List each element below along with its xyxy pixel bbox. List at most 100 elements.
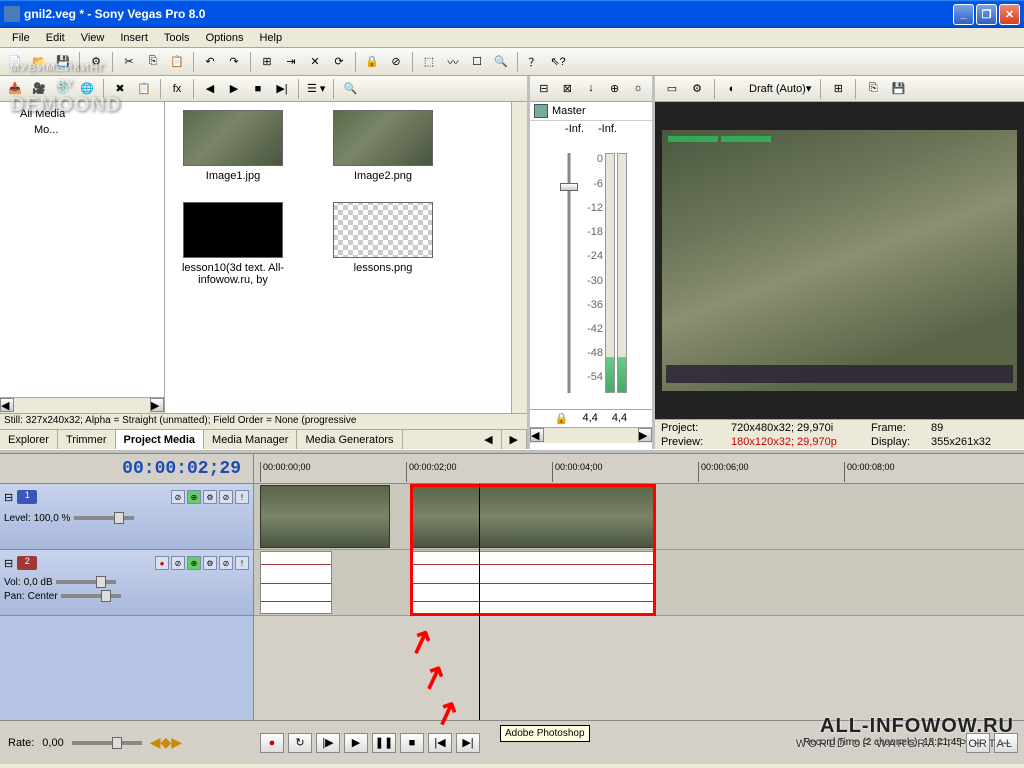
snap-button[interactable]: ⊞ xyxy=(256,51,278,73)
close-button[interactable]: ✕ xyxy=(999,4,1020,25)
media-item[interactable]: lesson10(3d text. All-infowow.ru, by xyxy=(173,202,293,286)
search-button[interactable]: 🔍 xyxy=(339,78,361,100)
timeline-ruler[interactable]: 00:00:00;00 00:00:02;00 00:00:04;00 00:0… xyxy=(254,454,1024,483)
save-frame-button[interactable]: 💾 xyxy=(887,78,909,100)
menu-options[interactable]: Options xyxy=(198,30,252,46)
mixer-btn2[interactable]: ⊠ xyxy=(558,77,578,99)
go-start-button[interactable]: |◀ xyxy=(428,733,452,753)
open-button[interactable]: 📂 xyxy=(28,51,50,73)
mixer-btn4[interactable]: ⊕ xyxy=(605,77,625,99)
capture-button[interactable]: 🎥 xyxy=(28,78,50,100)
zoom-out-button[interactable]: － xyxy=(994,733,1018,753)
volume-slider[interactable] xyxy=(56,580,116,584)
help-button[interactable]: ？ xyxy=(523,51,545,73)
save-button[interactable]: 💾 xyxy=(52,51,74,73)
paste-button[interactable]: 📋 xyxy=(166,51,188,73)
cut-button[interactable]: ✂ xyxy=(118,51,140,73)
solo-button[interactable]: ! xyxy=(235,556,249,570)
tab-trimmer[interactable]: Trimmer xyxy=(58,430,116,449)
menu-edit[interactable]: Edit xyxy=(38,30,73,46)
track-fx-button[interactable]: ⊕ xyxy=(187,556,201,570)
playhead[interactable] xyxy=(479,484,480,720)
mute-button[interactable]: ⊘ xyxy=(219,556,233,570)
tree-root[interactable]: All Media xyxy=(4,106,160,122)
stop-button[interactable]: ■ xyxy=(400,733,424,753)
thumbnail-pane[interactable]: Image1.jpg Image2.png lesson10(3d text. … xyxy=(165,102,527,413)
props-button[interactable]: 📋 xyxy=(133,78,155,100)
copy-frame-button[interactable]: ⎘ xyxy=(862,78,884,100)
mute-button[interactable]: ⊘ xyxy=(219,490,233,504)
play-media-button[interactable]: ▶ xyxy=(223,78,245,100)
tree-child[interactable]: Mo... xyxy=(4,122,160,138)
ext-monitor-button[interactable]: ▭ xyxy=(661,78,683,100)
track-lanes[interactable] xyxy=(254,484,1024,720)
stop-media-button[interactable]: ■ xyxy=(247,78,269,100)
loop-button[interactable]: ↻ xyxy=(288,733,312,753)
record-button[interactable]: ● xyxy=(260,733,284,753)
grid-button[interactable]: ⊞ xyxy=(827,78,849,100)
pan-slider[interactable] xyxy=(61,594,121,598)
minimize-button[interactable]: _ xyxy=(953,4,974,25)
maximize-button[interactable]: ❐ xyxy=(976,4,997,25)
play-start-button[interactable]: |▶ xyxy=(316,733,340,753)
track-fx-button[interactable]: ⊕ xyxy=(187,490,201,504)
ignore-button[interactable]: ⊘ xyxy=(385,51,407,73)
views-dropdown[interactable]: ☰ ▾ xyxy=(304,78,328,100)
import-button[interactable]: 📥 xyxy=(4,78,26,100)
getcd-button[interactable]: 💿 xyxy=(52,78,74,100)
tab-scroll-left[interactable]: ◀ xyxy=(476,430,501,449)
media-item[interactable]: Image2.png xyxy=(323,110,443,182)
preview-quality-icon[interactable]: ◐ xyxy=(721,78,743,100)
autoripple-button[interactable]: ⟳ xyxy=(328,51,350,73)
thumb-scrollbar[interactable] xyxy=(511,102,527,413)
bypass-fx-button[interactable]: ⊘ xyxy=(171,490,185,504)
pause-button[interactable]: ❚❚ xyxy=(372,733,396,753)
solo-button[interactable]: ! xyxy=(235,490,249,504)
fx-button[interactable]: fx xyxy=(166,78,188,100)
automation-button[interactable]: ⚙ xyxy=(203,556,217,570)
mixer-btn1[interactable]: ⊟ xyxy=(534,77,554,99)
tab-project-media[interactable]: Project Media xyxy=(116,430,205,449)
video-clip[interactable] xyxy=(260,485,390,548)
automation-button[interactable]: ⚙ xyxy=(203,490,217,504)
meter-right[interactable] xyxy=(617,153,627,393)
menu-tools[interactable]: Tools xyxy=(156,30,198,46)
level-slider[interactable] xyxy=(74,516,134,520)
menu-file[interactable]: File xyxy=(4,30,38,46)
mixer-dim-button[interactable]: ☼ xyxy=(628,77,648,99)
bypass-fx-button[interactable]: ⊘ xyxy=(171,556,185,570)
record-arm-button[interactable]: ● xyxy=(155,556,169,570)
zoom-tool-button[interactable]: 🔍 xyxy=(490,51,512,73)
tab-scroll-right[interactable]: ▶ xyxy=(502,430,527,449)
master-fader[interactable] xyxy=(555,143,583,403)
media-tree[interactable]: All Media Mo... ◀▶ xyxy=(0,102,165,413)
remove-button[interactable]: ✖ xyxy=(109,78,131,100)
audio-clip[interactable] xyxy=(260,551,332,614)
media-item[interactable]: Image1.jpg xyxy=(173,110,293,182)
zoom-in-button[interactable]: ＋ xyxy=(966,733,990,753)
timecode-display[interactable]: 00:00:02;29 xyxy=(0,454,254,483)
tab-explorer[interactable]: Explorer xyxy=(0,430,58,449)
preview-viewport[interactable] xyxy=(655,102,1024,419)
tab-media-generators[interactable]: Media Generators xyxy=(297,430,402,449)
mixer-btn3[interactable]: ↓ xyxy=(581,77,601,99)
go-end-button[interactable]: ▶| xyxy=(456,733,480,753)
menu-insert[interactable]: Insert xyxy=(112,30,156,46)
redo-button[interactable]: ↷ xyxy=(223,51,245,73)
prev-media-button[interactable]: ◀ xyxy=(199,78,221,100)
play-button[interactable]: ▶ xyxy=(344,733,368,753)
tab-media-manager[interactable]: Media Manager xyxy=(204,430,297,449)
copy-button[interactable]: ⎘ xyxy=(142,51,164,73)
properties-button[interactable]: ⚙ xyxy=(85,51,107,73)
normal-tool-button[interactable]: ⬚ xyxy=(418,51,440,73)
quality-dropdown[interactable]: Draft (Auto) ▾ xyxy=(746,78,814,100)
preview-props-button[interactable]: ⚙ xyxy=(686,78,708,100)
lock-button[interactable]: 🔒 xyxy=(361,51,383,73)
master-icon[interactable] xyxy=(534,104,548,118)
tree-scrollbar[interactable]: ◀▶ xyxy=(0,397,164,413)
menu-help[interactable]: Help xyxy=(251,30,290,46)
menu-view[interactable]: View xyxy=(73,30,113,46)
select-tool-button[interactable]: ☐ xyxy=(466,51,488,73)
titlebar[interactable]: gnil2.veg * - Sony Vegas Pro 8.0 _ ❐ ✕ xyxy=(0,0,1024,28)
meter-left[interactable] xyxy=(605,153,615,393)
